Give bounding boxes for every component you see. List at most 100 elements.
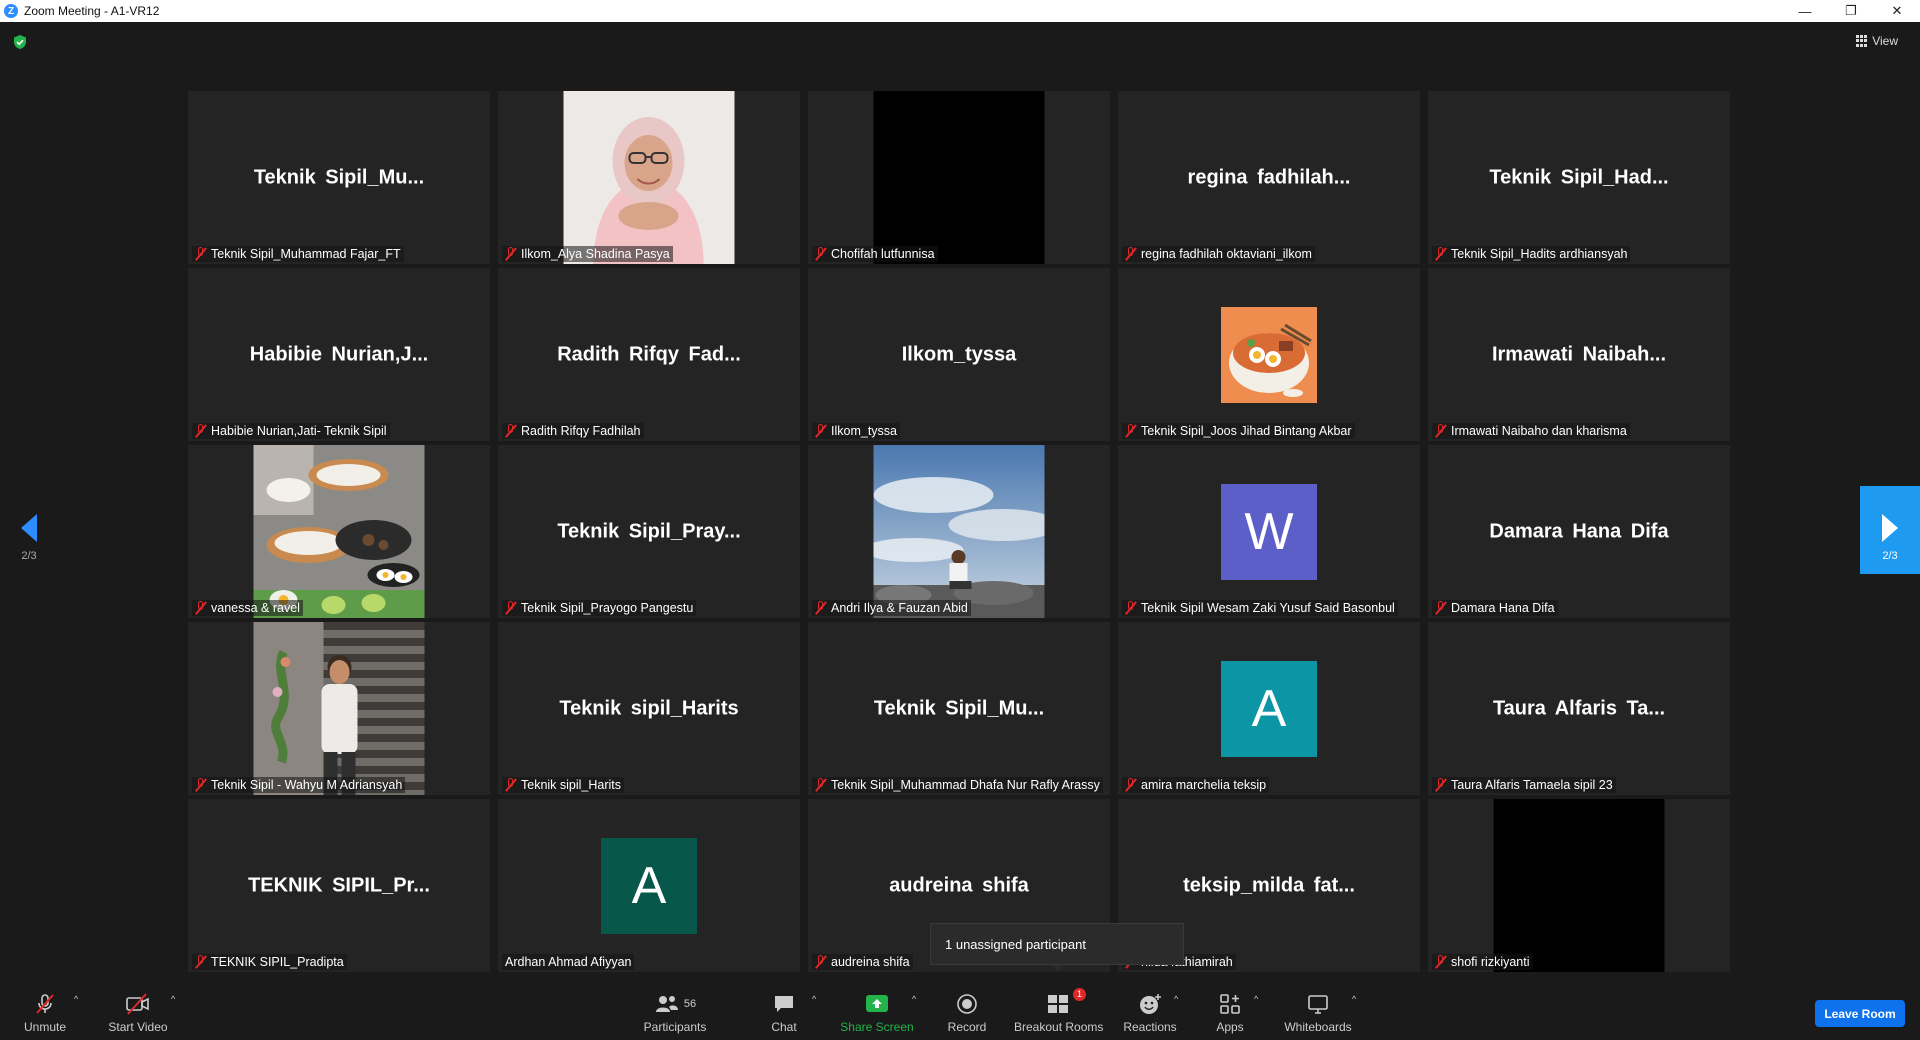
whiteboards-button[interactable]: Whiteboards: [1282, 992, 1354, 1034]
participant-tile[interactable]: A Ardhan Ahmad Afiyyan: [498, 799, 800, 972]
participant-name-tag: Teknik Sipil_Hadits ardhiansyah: [1432, 246, 1631, 262]
participant-tile[interactable]: Ilkom_tyssa Ilkom_tyssa: [808, 268, 1110, 441]
participant-tile[interactable]: Damara Hana Difa Damara Hana Difa: [1428, 445, 1730, 618]
muted-microphone-icon: [1125, 247, 1137, 261]
participant-tile[interactable]: Taura Alfaris Ta... Taura Alfaris Tamaela…: [1428, 622, 1730, 795]
video-off-icon: [126, 993, 149, 1015]
next-page-button[interactable]: 2/3: [1860, 486, 1920, 574]
apps-icon: [1220, 994, 1240, 1014]
share-screen-label: Share Screen: [840, 1020, 914, 1034]
participant-tile[interactable]: vanessa & ravel: [188, 445, 490, 618]
view-button[interactable]: View: [1856, 34, 1898, 48]
share-screen-button[interactable]: Share Screen: [840, 992, 914, 1034]
participant-tile[interactable]: Irmawati Naibah... Irmawati Naibaho dan k…: [1428, 268, 1730, 441]
minimize-button[interactable]: —: [1782, 0, 1828, 22]
muted-microphone-icon: [195, 601, 207, 615]
participant-name-tag: regina fadhilah oktaviani_ilkom: [1122, 246, 1315, 262]
share-options-caret-icon[interactable]: ^: [912, 994, 916, 1004]
participant-display-name: Ilkom_tyssa: [901, 343, 1017, 365]
unassigned-participant-popup[interactable]: 1 unassigned participant: [930, 923, 1184, 965]
start-video-button[interactable]: Start Video: [108, 992, 168, 1034]
participant-display-name: Teknik Sipil_Mu...: [873, 697, 1045, 719]
previous-page-button[interactable]: 2/3: [14, 514, 44, 562]
reactions-options-caret-icon[interactable]: ^: [1174, 994, 1178, 1004]
participants-count: 56: [683, 998, 697, 1010]
participant-tile[interactable]: Ilkom_Alya Shadina Pasya: [498, 91, 800, 264]
restore-button[interactable]: ❐: [1828, 0, 1874, 22]
popup-text: 1 unassigned participant: [945, 936, 1086, 952]
chat-button[interactable]: Chat: [766, 992, 802, 1034]
participant-name-label: Teknik Sipil_Prayogo Pangestu: [521, 601, 694, 615]
participant-name-label: Teknik Sipil_Hadits ardhiansyah: [1451, 247, 1628, 261]
breakout-rooms-button[interactable]: 1 Breakout Rooms: [1014, 988, 1104, 1034]
participant-tile[interactable]: W Teknik Sipil Wesam Zaki Yusuf Said Baso…: [1118, 445, 1420, 618]
participant-name-tag: shofi rizkiyanti: [1432, 954, 1533, 970]
participant-name-tag: Ardhan Ahmad Afiyyan: [502, 954, 635, 970]
whiteboards-options-caret-icon[interactable]: ^: [1352, 994, 1356, 1004]
participant-tile[interactable]: Chofifah lutfunnisa: [808, 91, 1110, 264]
participant-tile[interactable]: Aamira marchelia teksip: [1118, 622, 1420, 795]
window-titlebar: Z Zoom Meeting - A1-VR12 — ❐ ✕: [0, 0, 1920, 22]
participant-display-name: Habibie Nurian,J...: [249, 343, 429, 365]
participant-name-label: Teknik Sipil_Muhammad Dhafa Nur Rafly Ar…: [831, 778, 1100, 792]
participant-tile[interactable]: Teknik Sipil_Mu... Teknik Sipil_Muhammad …: [808, 622, 1110, 795]
participant-tile[interactable]: Teknik Sipil - Wahyu M Adriansyah: [188, 622, 490, 795]
microphone-muted-icon: [36, 994, 54, 1014]
participant-name-tag: Teknik Sipil_Prayogo Pangestu: [502, 600, 697, 616]
apps-options-caret-icon[interactable]: ^: [1254, 994, 1258, 1004]
participant-tile[interactable]: TEKNIK SIPIL_Pr... TEKNIK SIPIL_Pradipta: [188, 799, 490, 972]
participant-name-tag: Teknik Sipil_Muhammad Dhafa Nur Rafly Ar…: [812, 777, 1103, 793]
participant-name-label: vanessa & ravel: [211, 601, 300, 615]
participant-name-label: Teknik Sipil_Muhammad Fajar_FT: [211, 247, 401, 261]
start-video-label: Start Video: [108, 1020, 168, 1034]
participant-name-label: Teknik Sipil_Joos Jihad Bintang Akbar: [1141, 424, 1352, 438]
participant-tile[interactable]: Teknik Sipil_Pray... Teknik Sipil_Prayogo…: [498, 445, 800, 618]
participant-name-label: Irmawati Naibaho dan kharisma: [1451, 424, 1627, 438]
apps-button[interactable]: Apps: [1210, 992, 1250, 1034]
unmute-button[interactable]: Unmute: [22, 992, 68, 1034]
participant-name-tag: Taura Alfaris Tamaela sipil 23: [1432, 777, 1616, 793]
popup-tail: [1052, 965, 1064, 971]
participant-name-tag: Teknik Sipil Wesam Zaki Yusuf Said Bason…: [1122, 600, 1398, 616]
participant-video-woman-hijab: [563, 91, 735, 264]
participant-tile[interactable]: regina fadhilah... regina fadhilah oktavi…: [1118, 91, 1420, 264]
participant-tile[interactable]: Andri Ilya & Fauzan Abid: [808, 445, 1110, 618]
audio-options-caret-icon[interactable]: ^: [74, 994, 78, 1004]
participant-video-cooking-scene: [253, 445, 425, 618]
participant-name-label: audreina shifa: [831, 955, 910, 969]
participant-display-name: Teknik Sipil_Mu...: [253, 166, 425, 188]
avatar: W: [1221, 483, 1317, 580]
participant-tile[interactable]: Teknik Sipil_Joos Jihad Bintang Akbar: [1118, 268, 1420, 441]
grid-view-icon: [1856, 35, 1868, 47]
chat-options-caret-icon[interactable]: ^: [812, 994, 816, 1004]
leave-room-button[interactable]: Leave Room: [1815, 1000, 1905, 1027]
participant-tile[interactable]: Radith Rifqy Fad... Radith Rifqy Fadhilah: [498, 268, 800, 441]
muted-microphone-icon: [1435, 247, 1447, 261]
reactions-button[interactable]: Reactions: [1122, 992, 1178, 1034]
muted-microphone-icon: [505, 601, 517, 615]
muted-microphone-icon: [1435, 778, 1447, 792]
record-button[interactable]: Record: [946, 992, 988, 1034]
participant-tile[interactable]: Teknik sipil_Harits Teknik sipil_Harits: [498, 622, 800, 795]
participant-tile[interactable]: Habibie Nurian,J... Habibie Nurian,Jati- …: [188, 268, 490, 441]
participant-video-man-wall: [253, 622, 425, 795]
video-options-caret-icon[interactable]: ^: [171, 994, 175, 1004]
participant-name-tag: Irmawati Naibaho dan kharisma: [1432, 423, 1630, 439]
participant-tile[interactable]: Teknik Sipil_Mu... Teknik Sipil_Muhammad …: [188, 91, 490, 264]
participants-button[interactable]: 56 Participants: [638, 992, 712, 1034]
security-shield-icon[interactable]: [12, 34, 28, 50]
close-button[interactable]: ✕: [1874, 0, 1920, 22]
participant-tile[interactable]: shofi rizkiyanti: [1428, 799, 1730, 972]
participant-name-tag: Teknik Sipil_Muhammad Fajar_FT: [192, 246, 404, 262]
participant-name-label: Ilkom_tyssa: [831, 424, 897, 438]
muted-microphone-icon: [815, 247, 827, 261]
participant-display-name: Irmawati Naibah...: [1491, 343, 1667, 365]
whiteboards-label: Whiteboards: [1284, 1020, 1352, 1034]
participant-display-name: audreina shifa: [889, 874, 1029, 896]
participants-icon: [655, 996, 678, 1012]
arrow-left-icon: [21, 514, 37, 542]
breakout-rooms-label: Breakout Rooms: [1014, 1020, 1104, 1034]
participants-label: Participants: [643, 1020, 707, 1034]
record-icon: [957, 994, 977, 1014]
participant-tile[interactable]: Teknik Sipil_Had... Teknik Sipil_Hadits a…: [1428, 91, 1730, 264]
